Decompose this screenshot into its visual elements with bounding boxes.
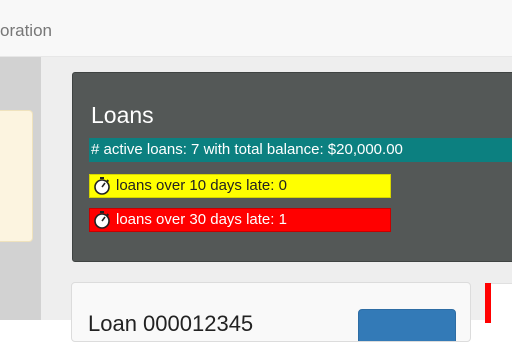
late-10-days-text: loans over 10 days late: 0 bbox=[116, 177, 287, 194]
loan-card-title: Loan 000012345 bbox=[88, 311, 254, 336]
active-loans-text: # active loans: 7 with total balance: $2… bbox=[91, 141, 403, 158]
loan-card-button[interactable] bbox=[358, 309, 456, 341]
stopwatch-icon bbox=[94, 177, 110, 195]
loans-title: Loans bbox=[91, 102, 154, 128]
active-loans-stat: # active loans: 7 with total balance: $2… bbox=[89, 138, 512, 162]
loans-panel: Loans # active loans: 7 with total balan… bbox=[72, 72, 512, 262]
late-10-days-stat: loans over 10 days late: 0 bbox=[89, 174, 391, 198]
top-navbar: oration bbox=[0, 0, 512, 57]
sidebar-notice: r n t bbox=[0, 110, 33, 242]
loan-card: Loan 000012345 bbox=[71, 282, 471, 342]
late-30-days-text: loans over 30 days late: 1 bbox=[116, 211, 287, 228]
card-edge bbox=[491, 283, 512, 324]
sidebar: r n t bbox=[0, 57, 41, 320]
stopwatch-icon bbox=[94, 211, 110, 229]
brand-title[interactable]: oration bbox=[0, 20, 52, 42]
late-30-days-stat: loans over 30 days late: 1 bbox=[89, 208, 391, 232]
